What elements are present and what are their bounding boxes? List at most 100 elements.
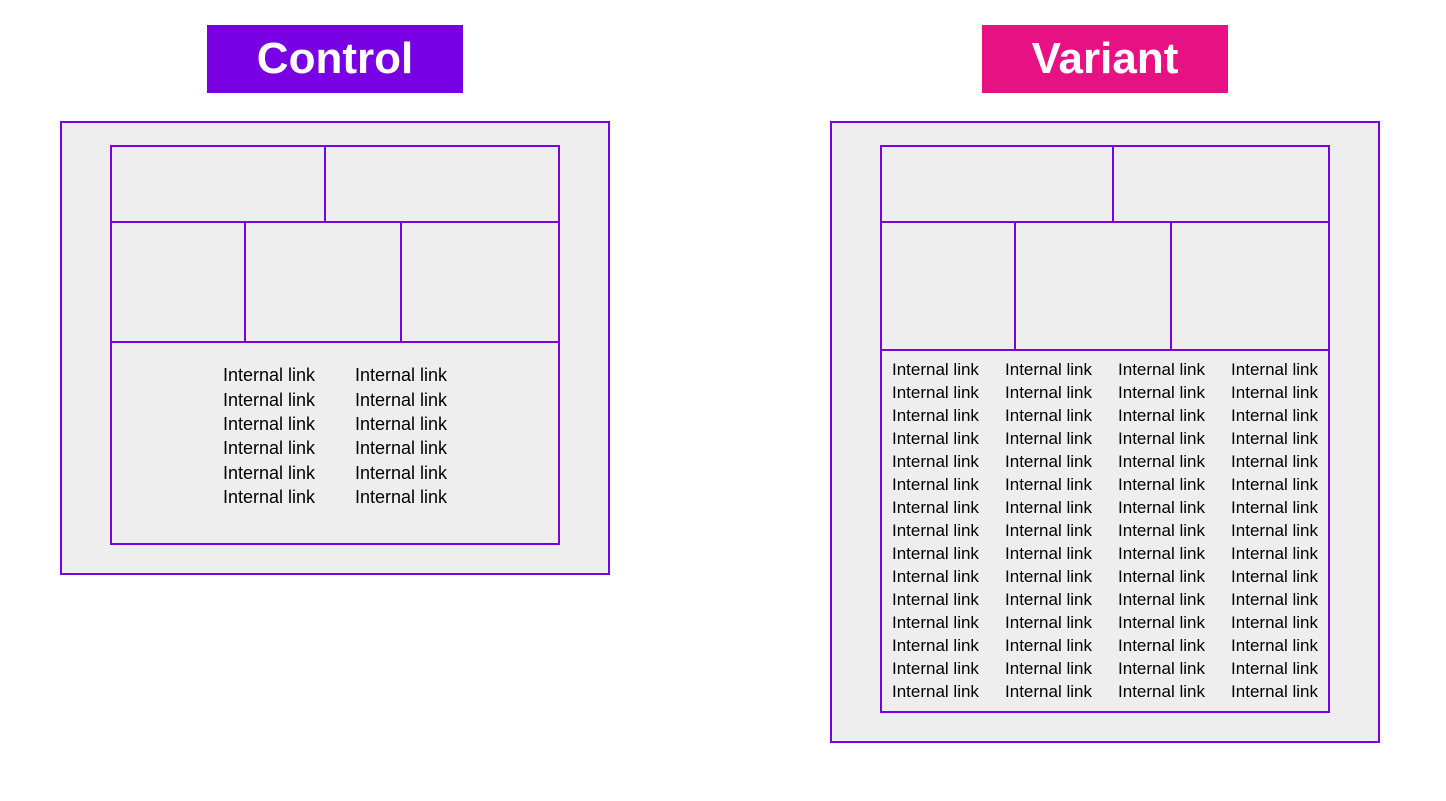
variant-r2-c1 — [882, 223, 1016, 349]
internal-link[interactable]: Internal link — [1118, 474, 1205, 497]
internal-link[interactable]: Internal link — [892, 382, 979, 405]
variant-r2-c2 — [1016, 223, 1172, 349]
internal-link[interactable]: Internal link — [892, 589, 979, 612]
internal-link[interactable]: Internal link — [1231, 589, 1318, 612]
internal-link[interactable]: Internal link — [1118, 635, 1205, 658]
internal-link[interactable]: Internal link — [223, 485, 315, 509]
internal-link[interactable]: Internal link — [1005, 543, 1092, 566]
internal-link[interactable]: Internal link — [1231, 451, 1318, 474]
variant-link-column: Internal linkInternal linkInternal linkI… — [1005, 359, 1092, 703]
control-title: Control — [257, 34, 413, 83]
internal-link[interactable]: Internal link — [892, 497, 979, 520]
internal-link[interactable]: Internal link — [892, 635, 979, 658]
variant-inner-grid: Internal linkInternal linkInternal linkI… — [880, 145, 1330, 713]
control-r1-c2 — [326, 147, 558, 221]
internal-link[interactable]: Internal link — [1118, 520, 1205, 543]
variant-title: Variant — [1032, 34, 1179, 83]
control-r2-c3 — [402, 223, 558, 341]
control-title-badge: Control — [207, 25, 463, 93]
internal-link[interactable]: Internal link — [1231, 635, 1318, 658]
internal-link[interactable]: Internal link — [355, 363, 447, 387]
internal-link[interactable]: Internal link — [1118, 428, 1205, 451]
internal-link[interactable]: Internal link — [1231, 520, 1318, 543]
internal-link[interactable]: Internal link — [892, 543, 979, 566]
internal-link[interactable]: Internal link — [355, 485, 447, 509]
internal-link[interactable]: Internal link — [355, 388, 447, 412]
internal-link[interactable]: Internal link — [1005, 566, 1092, 589]
control-page-frame: Internal linkInternal linkInternal linkI… — [60, 121, 610, 575]
internal-link[interactable]: Internal link — [1231, 658, 1318, 681]
internal-link[interactable]: Internal link — [1231, 474, 1318, 497]
variant-row-2 — [882, 223, 1328, 351]
internal-link[interactable]: Internal link — [1118, 405, 1205, 428]
internal-link[interactable]: Internal link — [1005, 382, 1092, 405]
internal-link[interactable]: Internal link — [1005, 451, 1092, 474]
internal-link[interactable]: Internal link — [892, 520, 979, 543]
internal-link[interactable]: Internal link — [1118, 589, 1205, 612]
internal-link[interactable]: Internal link — [1005, 474, 1092, 497]
internal-link[interactable]: Internal link — [1118, 359, 1205, 382]
internal-link[interactable]: Internal link — [1005, 589, 1092, 612]
internal-link[interactable]: Internal link — [223, 461, 315, 485]
internal-link[interactable]: Internal link — [892, 451, 979, 474]
variant-links-block: Internal linkInternal linkInternal linkI… — [882, 351, 1328, 711]
control-row-2 — [112, 223, 558, 343]
internal-link[interactable]: Internal link — [1118, 382, 1205, 405]
control-link-column: Internal linkInternal linkInternal linkI… — [223, 363, 315, 509]
internal-link[interactable]: Internal link — [892, 359, 979, 382]
variant-r1-c2 — [1114, 147, 1328, 221]
variant-row-1 — [882, 147, 1328, 223]
internal-link[interactable]: Internal link — [355, 461, 447, 485]
internal-link[interactable]: Internal link — [223, 412, 315, 436]
control-r2-c2 — [246, 223, 402, 341]
internal-link[interactable]: Internal link — [1118, 543, 1205, 566]
internal-link[interactable]: Internal link — [892, 681, 979, 704]
internal-link[interactable]: Internal link — [1005, 612, 1092, 635]
internal-link[interactable]: Internal link — [1118, 566, 1205, 589]
internal-link[interactable]: Internal link — [1005, 520, 1092, 543]
internal-link[interactable]: Internal link — [223, 363, 315, 387]
internal-link[interactable]: Internal link — [892, 612, 979, 635]
internal-link[interactable]: Internal link — [892, 474, 979, 497]
internal-link[interactable]: Internal link — [1231, 612, 1318, 635]
variant-page-frame: Internal linkInternal linkInternal linkI… — [830, 121, 1380, 743]
internal-link[interactable]: Internal link — [1005, 405, 1092, 428]
internal-link[interactable]: Internal link — [223, 388, 315, 412]
internal-link[interactable]: Internal link — [1231, 497, 1318, 520]
internal-link[interactable]: Internal link — [1005, 497, 1092, 520]
internal-link[interactable]: Internal link — [1005, 635, 1092, 658]
internal-link[interactable]: Internal link — [223, 436, 315, 460]
internal-link[interactable]: Internal link — [1005, 658, 1092, 681]
internal-link[interactable]: Internal link — [355, 436, 447, 460]
internal-link[interactable]: Internal link — [892, 405, 979, 428]
control-panel: Control Internal linkInternal linkIntern… — [60, 25, 610, 575]
internal-link[interactable]: Internal link — [1231, 359, 1318, 382]
internal-link[interactable]: Internal link — [1005, 359, 1092, 382]
variant-title-badge: Variant — [982, 25, 1229, 93]
control-row-1 — [112, 147, 558, 223]
control-r1-c1 — [112, 147, 326, 221]
control-r2-c1 — [112, 223, 246, 341]
internal-link[interactable]: Internal link — [1118, 658, 1205, 681]
variant-r2-c3 — [1172, 223, 1328, 349]
internal-link[interactable]: Internal link — [1231, 681, 1318, 704]
internal-link[interactable]: Internal link — [892, 658, 979, 681]
internal-link[interactable]: Internal link — [355, 412, 447, 436]
internal-link[interactable]: Internal link — [1118, 451, 1205, 474]
internal-link[interactable]: Internal link — [892, 566, 979, 589]
internal-link[interactable]: Internal link — [892, 428, 979, 451]
internal-link[interactable]: Internal link — [1231, 428, 1318, 451]
control-link-column: Internal linkInternal linkInternal linkI… — [355, 363, 447, 509]
control-inner-grid: Internal linkInternal linkInternal linkI… — [110, 145, 560, 545]
internal-link[interactable]: Internal link — [1005, 428, 1092, 451]
variant-link-column: Internal linkInternal linkInternal linkI… — [892, 359, 979, 703]
internal-link[interactable]: Internal link — [1118, 612, 1205, 635]
internal-link[interactable]: Internal link — [1231, 566, 1318, 589]
internal-link[interactable]: Internal link — [1231, 543, 1318, 566]
internal-link[interactable]: Internal link — [1005, 681, 1092, 704]
internal-link[interactable]: Internal link — [1118, 681, 1205, 704]
internal-link[interactable]: Internal link — [1118, 497, 1205, 520]
internal-link[interactable]: Internal link — [1231, 405, 1318, 428]
internal-link[interactable]: Internal link — [1231, 382, 1318, 405]
variant-panel: Variant Internal linkInternal linkIntern… — [830, 25, 1380, 743]
